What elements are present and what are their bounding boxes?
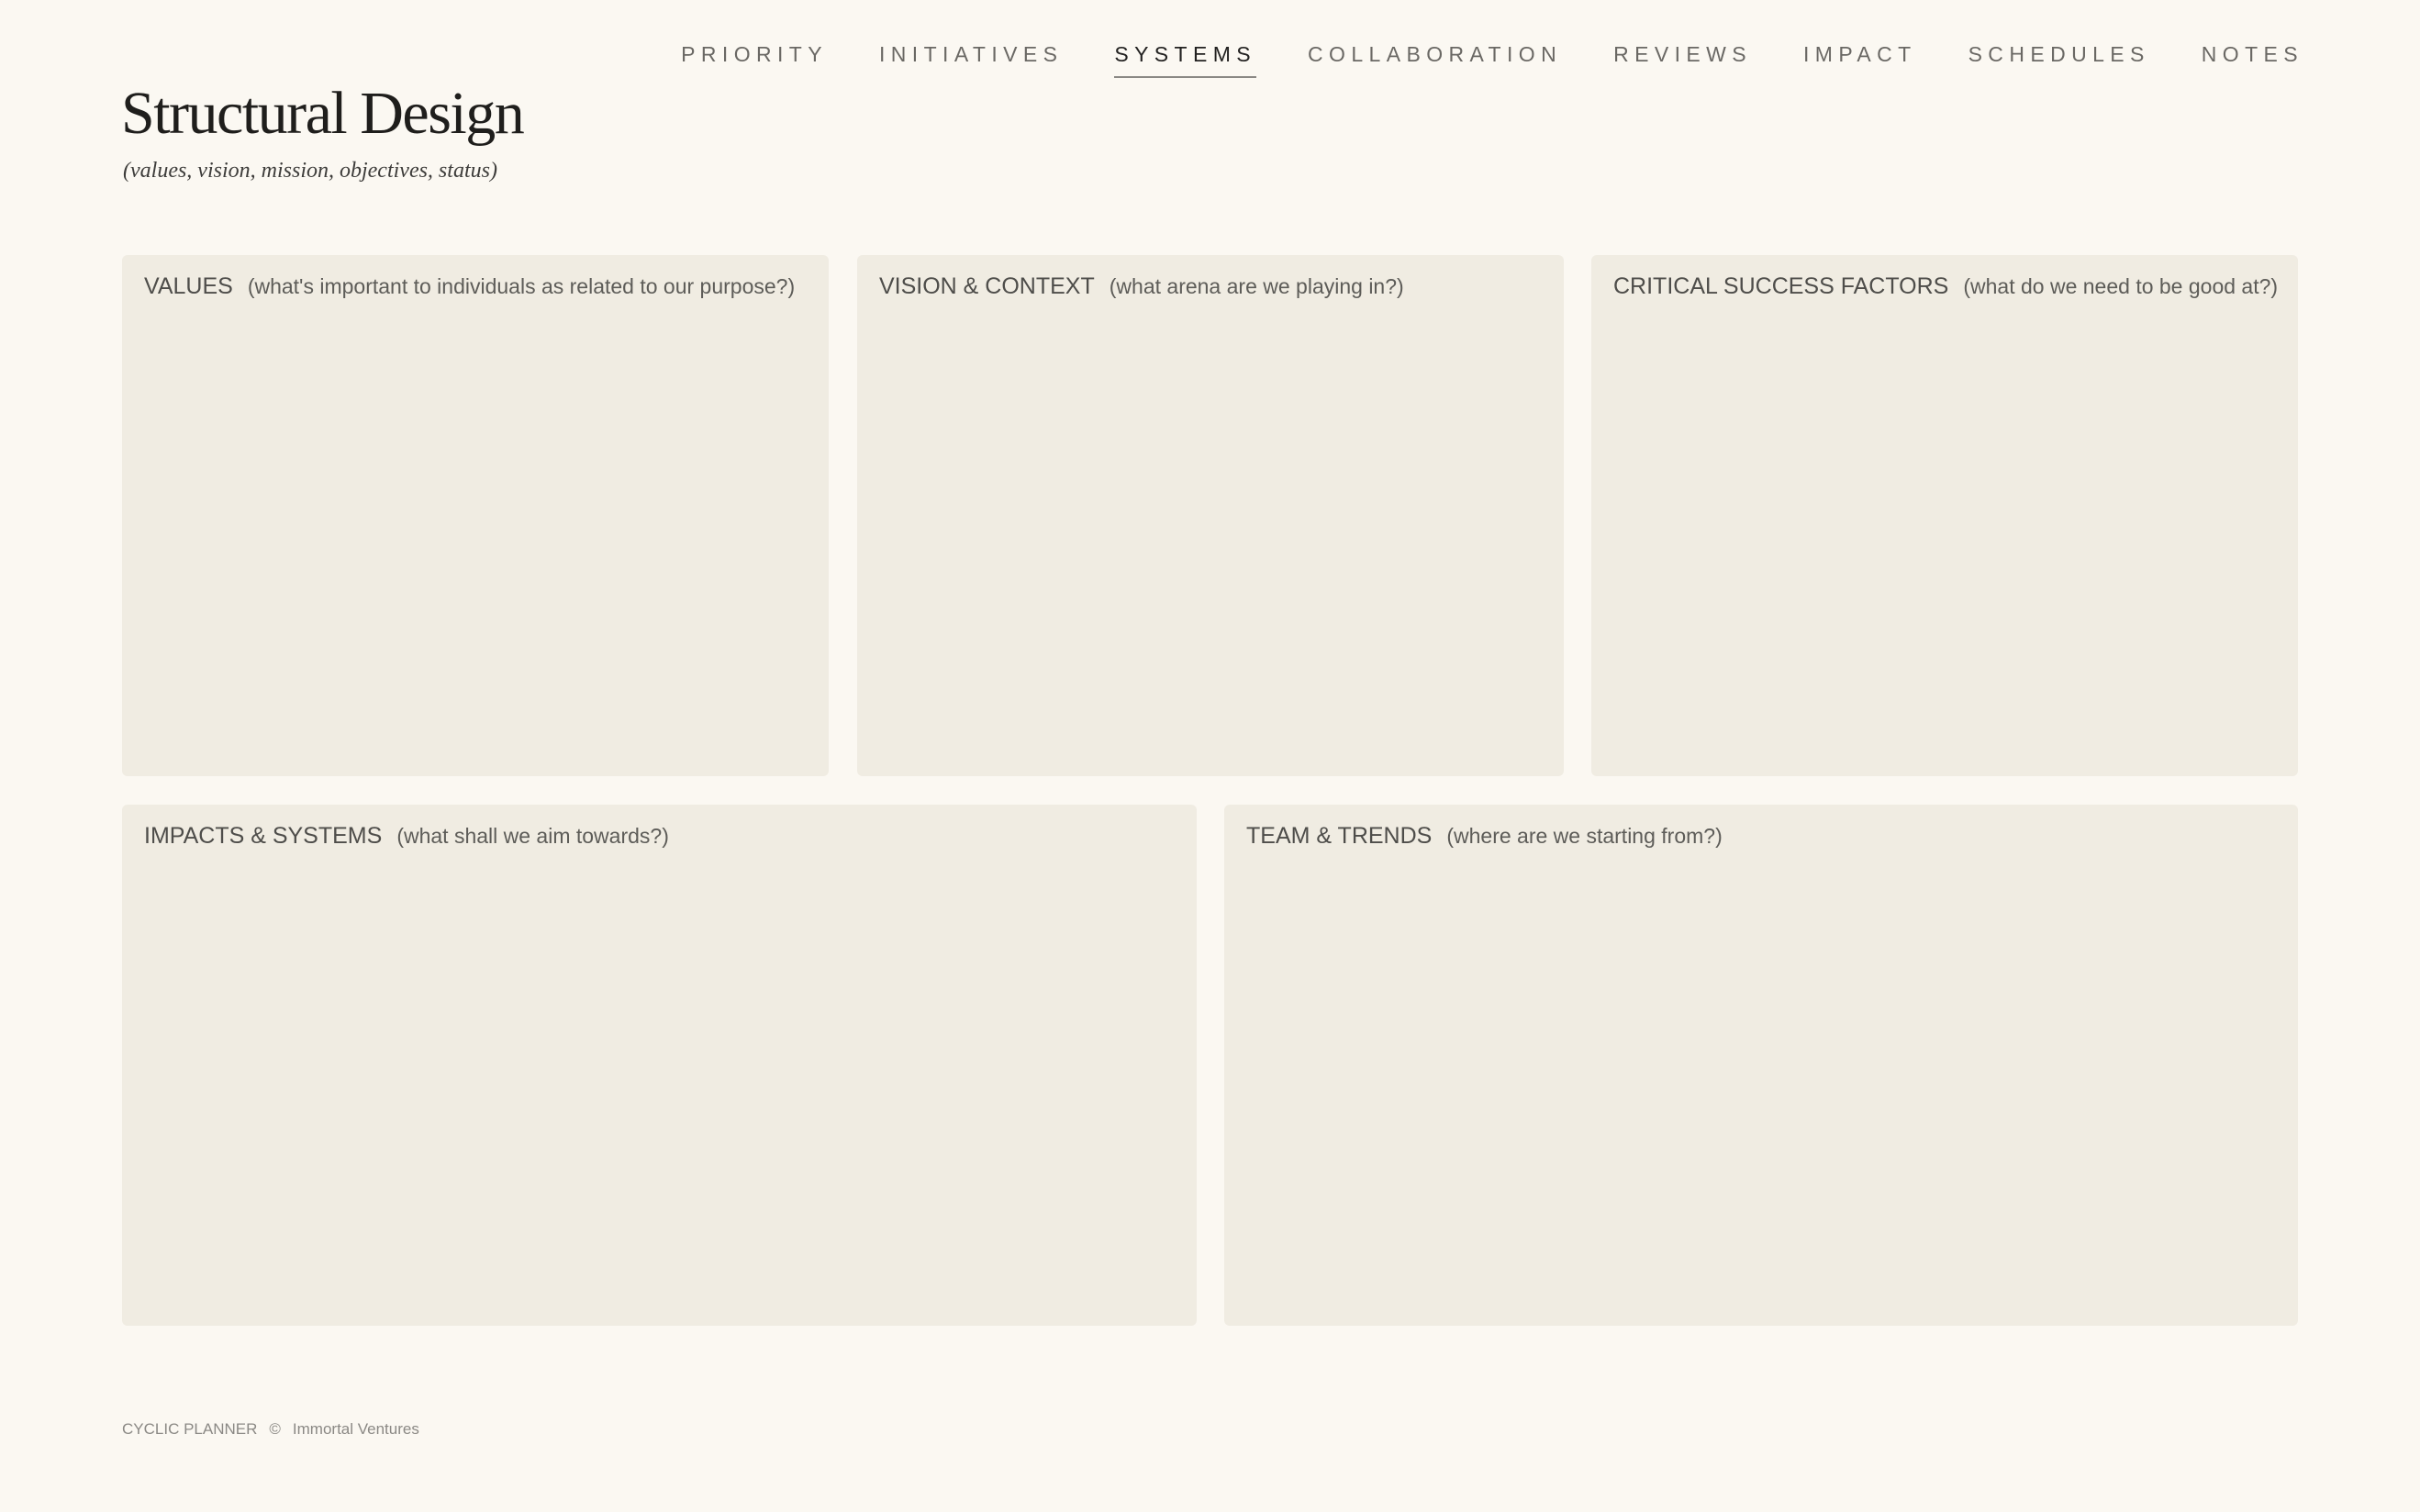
critical-success-factors-panel-hint: (what do we need to be good at?) <box>1963 274 2279 298</box>
copyright-icon: © <box>269 1420 281 1438</box>
top-navigation: PRIORITY INITIATIVES SYSTEMS COLLABORATI… <box>681 40 2303 78</box>
impacts-systems-panel-header: IMPACTS & SYSTEMS (what shall we aim tow… <box>144 823 1175 850</box>
values-panel[interactable]: VALUES (what's important to individuals … <box>122 255 829 776</box>
impacts-systems-panel[interactable]: IMPACTS & SYSTEMS (what shall we aim tow… <box>122 805 1197 1326</box>
impacts-systems-panel-title: IMPACTS & SYSTEMS <box>144 823 383 849</box>
impacts-systems-panel-hint: (what shall we aim towards?) <box>396 824 669 848</box>
nav-item-schedules[interactable]: SCHEDULES <box>1968 40 2150 78</box>
nav-item-systems[interactable]: SYSTEMS <box>1114 40 1257 78</box>
nav-item-collaboration[interactable]: COLLABORATION <box>1308 40 1562 78</box>
nav-item-notes[interactable]: NOTES <box>2202 40 2303 78</box>
team-trends-panel-header: TEAM & TRENDS (where are we starting fro… <box>1246 823 2276 850</box>
footer-company: Immortal Ventures <box>292 1420 419 1438</box>
values-panel-header: VALUES (what's important to individuals … <box>144 273 807 300</box>
page-subtitle: (values, vision, mission, objectives, st… <box>123 159 497 183</box>
nav-item-initiatives[interactable]: INITIATIVES <box>879 40 1063 78</box>
footer: CYCLIC PLANNER © Immortal Ventures <box>122 1420 419 1439</box>
team-trends-panel-title: TEAM & TRENDS <box>1246 823 1433 849</box>
page-title: Structural Design <box>121 80 525 147</box>
nav-item-priority[interactable]: PRIORITY <box>681 40 828 78</box>
critical-success-factors-panel[interactable]: CRITICAL SUCCESS FACTORS (what do we nee… <box>1591 255 2298 776</box>
values-panel-title: VALUES <box>144 273 233 299</box>
vision-context-panel-header: VISION & CONTEXT (what arena are we play… <box>879 273 1542 300</box>
nav-item-reviews[interactable]: REVIEWS <box>1613 40 1752 78</box>
team-trends-panel-hint: (where are we starting from?) <box>1446 824 1723 848</box>
critical-success-factors-panel-title: CRITICAL SUCCESS FACTORS <box>1613 273 1949 299</box>
values-panel-hint: (what's important to individuals as rela… <box>247 274 796 298</box>
vision-context-panel-hint: (what arena are we playing in?) <box>1109 274 1404 298</box>
nav-item-impact[interactable]: IMPACT <box>1803 40 1917 78</box>
critical-success-factors-panel-header: CRITICAL SUCCESS FACTORS (what do we nee… <box>1613 273 2279 300</box>
footer-brand: CYCLIC PLANNER <box>122 1420 258 1438</box>
team-trends-panel[interactable]: TEAM & TRENDS (where are we starting fro… <box>1224 805 2298 1326</box>
vision-context-panel[interactable]: VISION & CONTEXT (what arena are we play… <box>857 255 1564 776</box>
vision-context-panel-title: VISION & CONTEXT <box>879 273 1095 299</box>
